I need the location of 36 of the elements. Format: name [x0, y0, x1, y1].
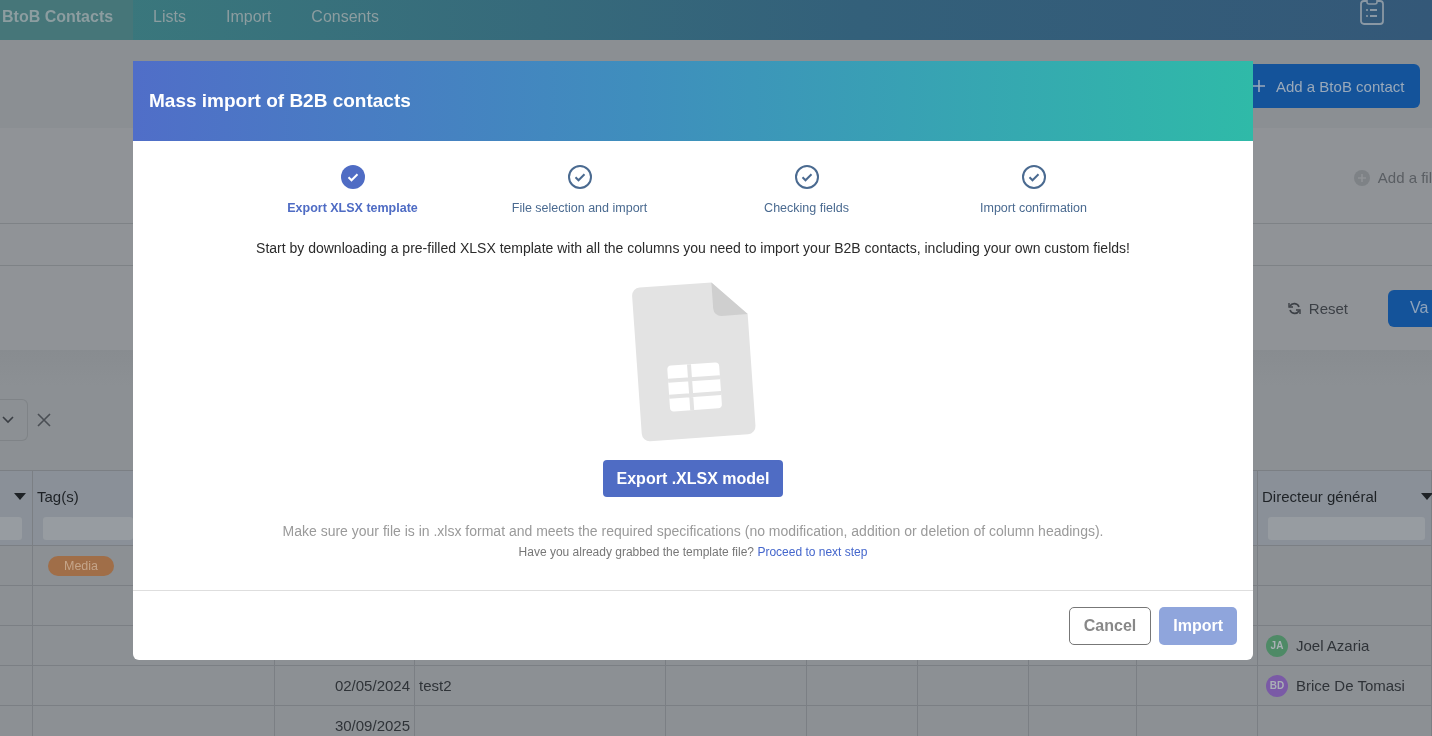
plus-icon [1252, 79, 1266, 93]
person-name: Brice De Tomasi [1296, 677, 1405, 694]
clipboard-icon[interactable] [1359, 0, 1385, 26]
table-cell: 02/05/2024 [275, 666, 415, 706]
modal-button[interactable]: Cancel [1068, 607, 1152, 645]
apply-button[interactable]: Va [1388, 289, 1432, 327]
nav-tab[interactable]: BtoB Contacts [0, 0, 134, 40]
close-icon[interactable] [36, 412, 52, 428]
note-text: Make sure your file is in .xlsx format and meets the required specifications (no modification, addition or deletion of column headings). [282, 523, 1104, 539]
step-label[interactable]: File selection and import [511, 201, 648, 215]
modal-title: Mass import of B2B contacts [149, 90, 411, 112]
column-header[interactable]: Directeur général [1262, 487, 1378, 505]
instruction-text: Start by downloading a pre-filled XLSX template with all the columns you need to import your B2B contacts, including your own custom fields! [256, 240, 1130, 256]
nav-tab[interactable]: Consents [291, 0, 399, 40]
export-button[interactable]: Export .XLSX model [602, 460, 784, 497]
filter-field[interactable] [43, 517, 133, 540]
caret-icon[interactable] [1421, 492, 1432, 500]
person-name: Joel Azaria [1296, 637, 1370, 654]
hint-text: Have you already grabbed the template file? Proceed to next step [518, 545, 868, 559]
select-field[interactable] [0, 399, 28, 441]
reset-button[interactable]: Reset [1287, 299, 1348, 317]
refresh-icon [1287, 301, 1301, 315]
column-header[interactable]: Tag(s) [37, 487, 79, 505]
avatar: JA [1266, 634, 1288, 657]
table-cell: 30/09/2025 [275, 706, 415, 736]
next-step-link[interactable]: Proceed to next step [757, 545, 868, 559]
nav-tab[interactable]: Import [206, 0, 292, 40]
caret-icon[interactable] [14, 492, 26, 500]
step-label[interactable]: Checking fields [764, 201, 849, 215]
nav-tab[interactable]: Lists [133, 0, 206, 40]
step-label[interactable]: Import confirmation [980, 201, 1087, 215]
avatar: BD [1266, 674, 1288, 697]
chevron-down-icon [2, 416, 14, 424]
step-label[interactable]: Export XLSX template [287, 201, 418, 215]
table-cell: test2 [415, 666, 666, 706]
tag: Media [48, 555, 115, 576]
